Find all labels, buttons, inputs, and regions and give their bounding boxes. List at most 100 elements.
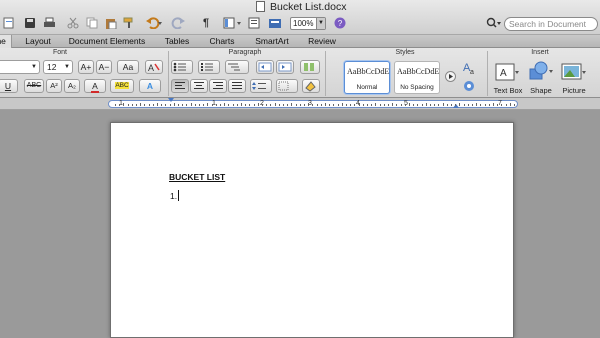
zoom-value: 100% [293, 19, 314, 28]
sidebar-toggle-icon[interactable] [222, 15, 244, 31]
ruler-tick [169, 104, 171, 106]
save-icon[interactable] [23, 15, 37, 31]
justify-icon[interactable] [228, 79, 246, 93]
font-size-select[interactable]: 12 ▼ [43, 60, 73, 74]
show-paragraph-marks-button[interactable]: ¶ [200, 15, 212, 31]
align-left-icon[interactable] [171, 79, 189, 93]
tab-tables[interactable]: Tables [156, 35, 198, 48]
ribbon-tab-bar: me Layout Document Elements Tables Chart… [0, 35, 600, 48]
ruler-tick [409, 103, 410, 106]
style-normal[interactable]: AaBbCcDdEe Normal [344, 61, 390, 94]
style-label: Normal [356, 84, 378, 91]
ruler-tick [199, 104, 200, 106]
strikethrough-button[interactable]: ABC [24, 79, 44, 93]
clear-formatting-icon[interactable]: A [145, 60, 163, 74]
superscript-button[interactable]: A² [46, 79, 62, 93]
ruler-tick [421, 104, 423, 106]
group-separator [487, 51, 488, 96]
tab-charts[interactable]: Charts [200, 35, 244, 48]
ruler-tick [211, 104, 213, 106]
ruler-tick [438, 104, 440, 106]
shrink-font-button[interactable]: A− [96, 60, 112, 74]
ruler-tick [459, 103, 461, 106]
line-spacing-icon[interactable] [250, 79, 272, 93]
format-painter-icon[interactable] [122, 15, 136, 31]
change-case-button[interactable]: Aa [117, 60, 139, 74]
search-scope-icon[interactable] [485, 15, 503, 31]
ruler-tick [119, 104, 121, 106]
underline-button[interactable]: U [0, 79, 18, 93]
tab-smartart[interactable]: SmartArt [248, 35, 296, 48]
ruler-tick [392, 103, 394, 106]
tab-document-elements[interactable]: Document Elements [62, 35, 152, 48]
list-item[interactable]: 1. [170, 191, 177, 201]
increase-indent-icon[interactable] [276, 60, 294, 74]
style-no-spacing[interactable]: AaBbCcDdEe No Spacing [394, 61, 440, 94]
font-name-select[interactable]: ▼ [0, 60, 40, 74]
undo-icon[interactable] [144, 15, 164, 31]
ruler-tick [417, 104, 419, 106]
redo-icon[interactable] [170, 15, 190, 31]
columns-icon[interactable] [300, 60, 320, 74]
subscript-button[interactable]: A₂ [64, 79, 80, 93]
manage-styles-icon[interactable]: Aa [462, 60, 480, 92]
picture-icon[interactable] [561, 62, 587, 84]
align-center-icon[interactable] [190, 79, 208, 93]
ruler-tick [400, 104, 402, 106]
search-input[interactable]: Search in Document [504, 17, 598, 31]
copy-icon[interactable] [85, 15, 99, 31]
bullets-icon[interactable] [171, 60, 193, 74]
tab-home[interactable]: me [0, 35, 12, 48]
shape-icon[interactable] [528, 61, 554, 83]
ruler-tick [274, 103, 276, 106]
tab-layout[interactable]: Layout [16, 35, 60, 48]
ruler-tick [228, 104, 230, 106]
ruler-tick [354, 104, 356, 106]
window-title: Bucket List.docx [270, 1, 347, 13]
cut-icon[interactable] [66, 15, 80, 31]
horizontal-ruler[interactable]: 1 1 2 3 4 5 7 [108, 98, 518, 108]
new-document-icon[interactable] [2, 15, 16, 31]
ruler-tick [346, 104, 347, 106]
publishing-layout-icon[interactable] [267, 15, 283, 31]
document-page[interactable]: BUCKET LIST 1. [110, 122, 514, 338]
view-icon[interactable] [247, 15, 261, 31]
highlight-button[interactable]: ABC [110, 79, 134, 93]
ruler-tick [249, 104, 251, 106]
numbering-icon[interactable] [198, 60, 220, 74]
shading-icon[interactable] [302, 79, 320, 93]
borders-icon[interactable] [276, 79, 298, 93]
ruler-tick [194, 104, 196, 106]
group-separator [325, 51, 326, 96]
ruler-tick [232, 104, 234, 106]
multilevel-list-icon[interactable] [225, 60, 249, 74]
help-icon[interactable]: ? [333, 15, 347, 31]
ruler-tick [333, 104, 335, 106]
align-right-icon[interactable] [209, 79, 227, 93]
grow-font-button[interactable]: A+ [78, 60, 94, 74]
zoom-select[interactable]: 100% ▼ [290, 17, 326, 30]
svg-text:A: A [500, 68, 507, 79]
styles-next-icon[interactable] [445, 71, 456, 82]
ruler-tick [341, 103, 343, 106]
decrease-indent-icon[interactable] [256, 60, 274, 74]
print-icon[interactable] [42, 15, 56, 31]
text-cursor [178, 190, 179, 201]
group-separator [168, 51, 169, 96]
paste-icon[interactable] [104, 15, 118, 31]
text-box-icon[interactable]: A [494, 62, 520, 84]
left-margin-marker[interactable] [168, 98, 174, 102]
ruler-tick [203, 104, 205, 106]
tab-review[interactable]: Review [300, 35, 344, 48]
chevron-down-icon: ▼ [316, 18, 325, 29]
style-label: No Spacing [400, 84, 434, 91]
standard-toolbar: Bucket List.docx ¶ 100% ▼ ? Search in Doc… [0, 0, 600, 35]
ruler-bar: 1 1 2 3 4 5 7 [0, 98, 600, 110]
ruler-tick [497, 104, 499, 106]
text-effects-button[interactable]: A [139, 79, 161, 93]
ruler-tick [476, 103, 478, 106]
document-heading[interactable]: BUCKET LIST [169, 172, 225, 182]
ruler-tick [383, 104, 385, 106]
font-color-button[interactable]: A [84, 79, 106, 93]
ruler-tick [375, 103, 377, 106]
